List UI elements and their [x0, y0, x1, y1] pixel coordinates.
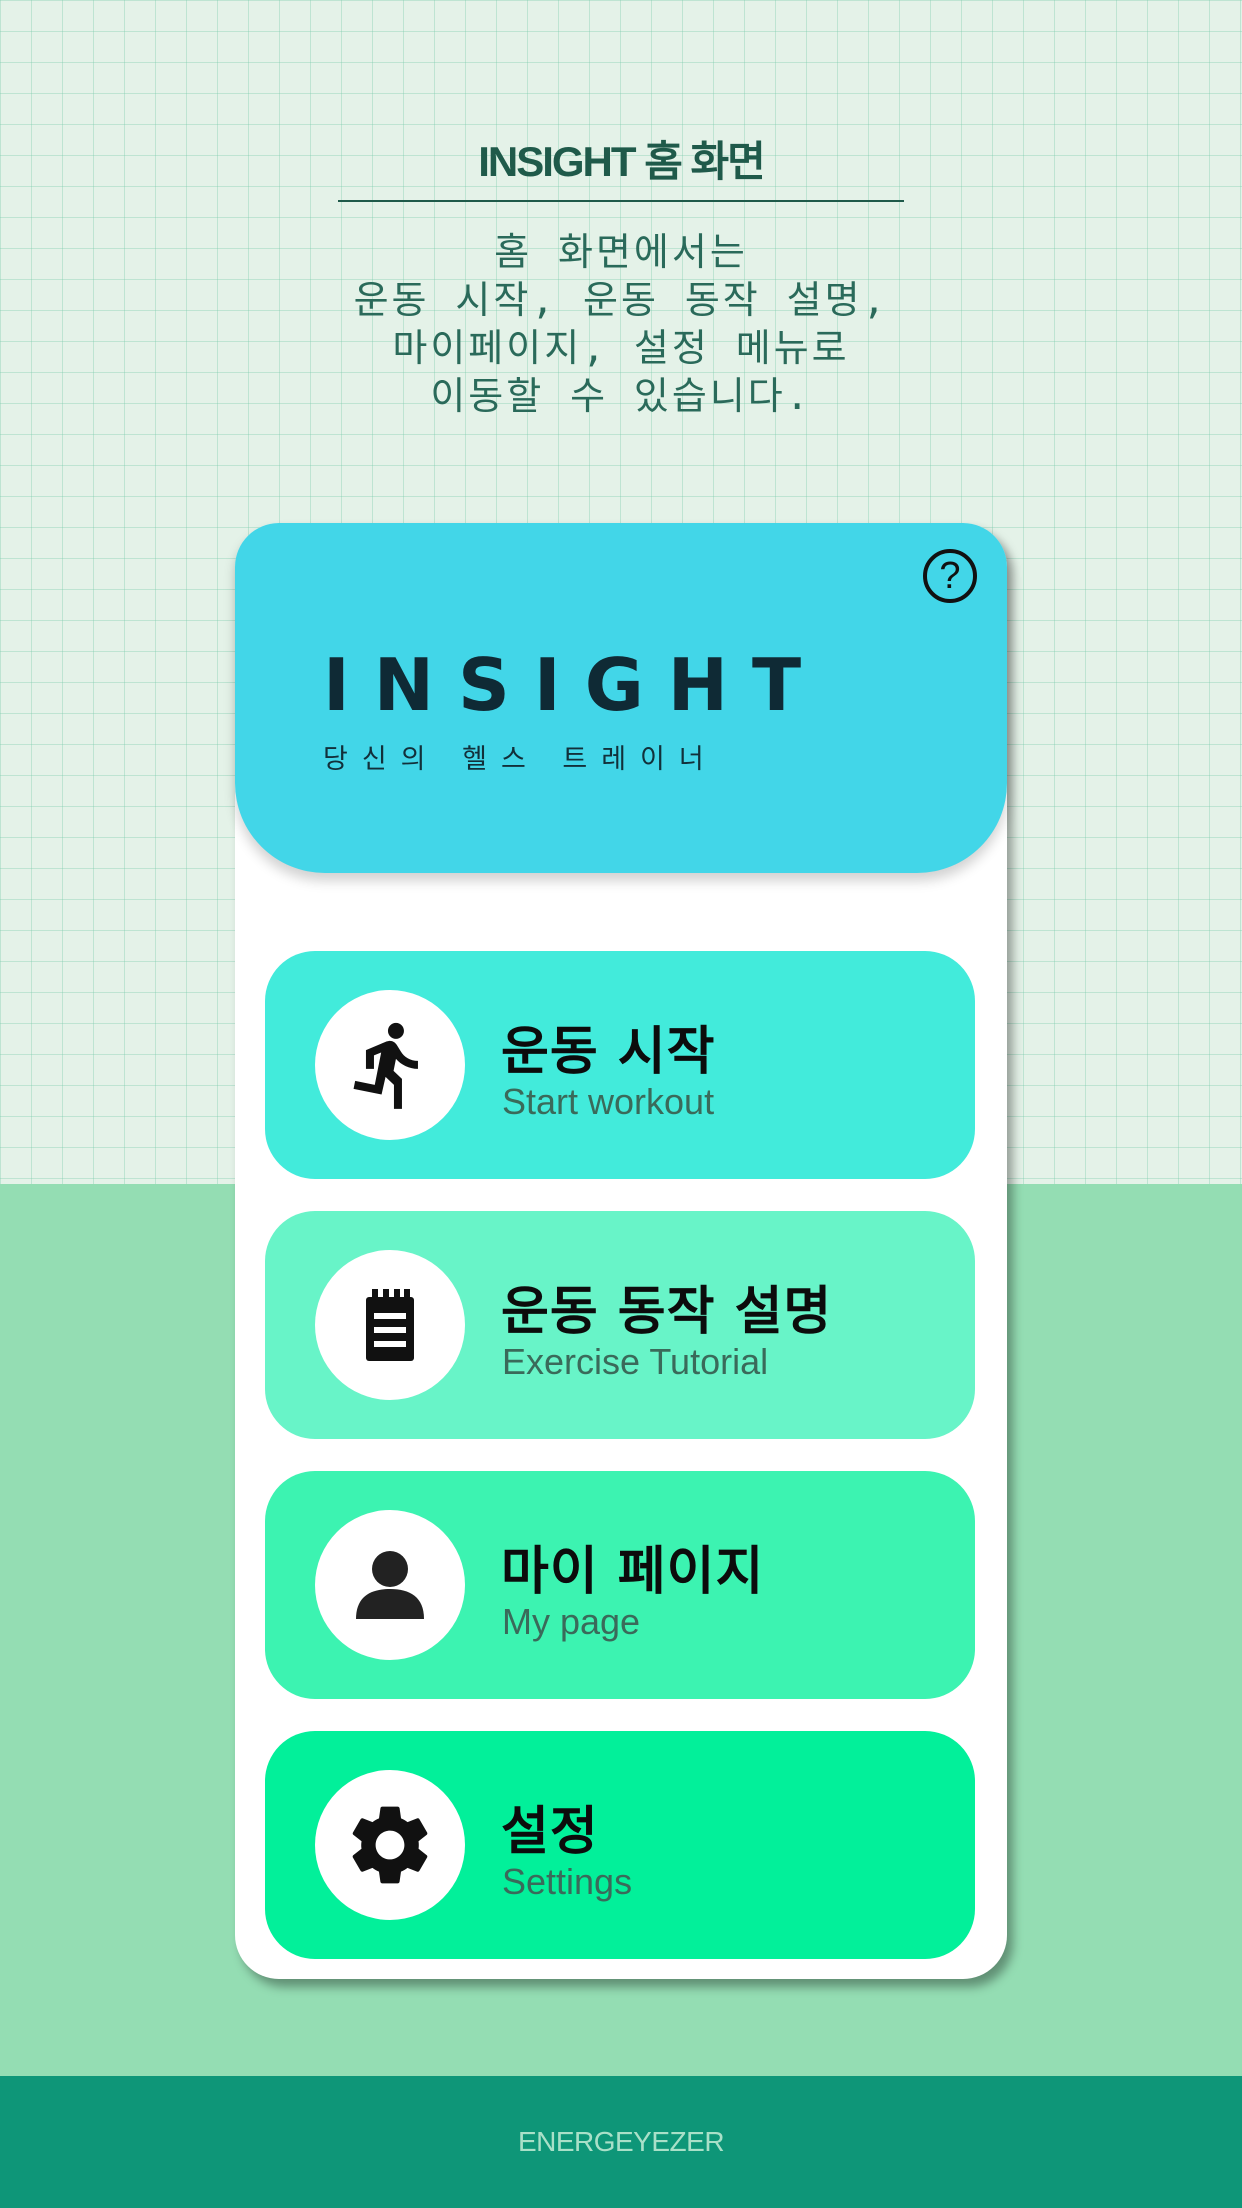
description-line: 홈 화면에서는	[494, 230, 748, 274]
notepad-icon	[366, 1289, 414, 1361]
footer-bar: ENERGEYEZER	[0, 2076, 1242, 2208]
menu-title: 운동 시작	[501, 1022, 716, 1082]
menu-subtitle: My page	[502, 1601, 641, 1642]
description-line: 이동할 수 있습니다.	[430, 374, 812, 418]
person-icon	[356, 1551, 424, 1619]
app-tagline: 당신의 헬스 트레이너	[323, 744, 718, 775]
menu-title: 운동 동작 설명	[501, 1282, 833, 1342]
menu-icon-circle	[315, 1510, 465, 1660]
footer-text: ENERGEYEZER	[517, 2126, 725, 2157]
menu-my-page-button[interactable]: 마이 페이지 My page	[265, 1471, 975, 1699]
description-line: 마이페이지, 설정 메뉴로	[392, 326, 850, 370]
app-logo-text: INSIGHT	[323, 643, 826, 727]
menu-subtitle: Settings	[502, 1861, 633, 1902]
gear-icon	[352, 1806, 428, 1884]
menu-title: 설정	[501, 1802, 599, 1862]
menu-icon-circle	[315, 1250, 465, 1400]
menu-start-workout-button[interactable]: 운동 시작 Start workout	[265, 951, 975, 1179]
title-divider	[338, 200, 904, 202]
question-circle-icon[interactable]: ?	[923, 549, 977, 603]
menu-exercise-tutorial-button[interactable]: 운동 동작 설명 Exercise Tutorial	[265, 1211, 975, 1439]
menu-settings-button[interactable]: 설정 Settings	[265, 1731, 975, 1959]
menu-title: 마이 페이지	[501, 1542, 765, 1602]
description-line: 운동 시작, 운동 동작 설명,	[353, 278, 889, 322]
menu-subtitle: Start workout	[502, 1081, 715, 1122]
running-person-icon	[353, 1022, 418, 1109]
hero-header: ? INSIGHT 당신의 헬스 트레이너	[235, 523, 1007, 873]
menu-icon-circle	[315, 1770, 465, 1920]
help-label: ?	[939, 554, 961, 597]
menu-subtitle: Exercise Tutorial	[502, 1341, 769, 1382]
menu-icon-circle	[315, 990, 465, 1140]
phone-mockup: ? INSIGHT 당신의 헬스 트레이너 운동 시작 Start workou…	[235, 523, 1007, 1979]
page-title: INSIGHT 홈 화면	[478, 138, 766, 185]
description: 홈 화면에서는 운동 시작, 운동 동작 설명, 마이페이지, 설정 메뉴로 이…	[0, 228, 1242, 420]
